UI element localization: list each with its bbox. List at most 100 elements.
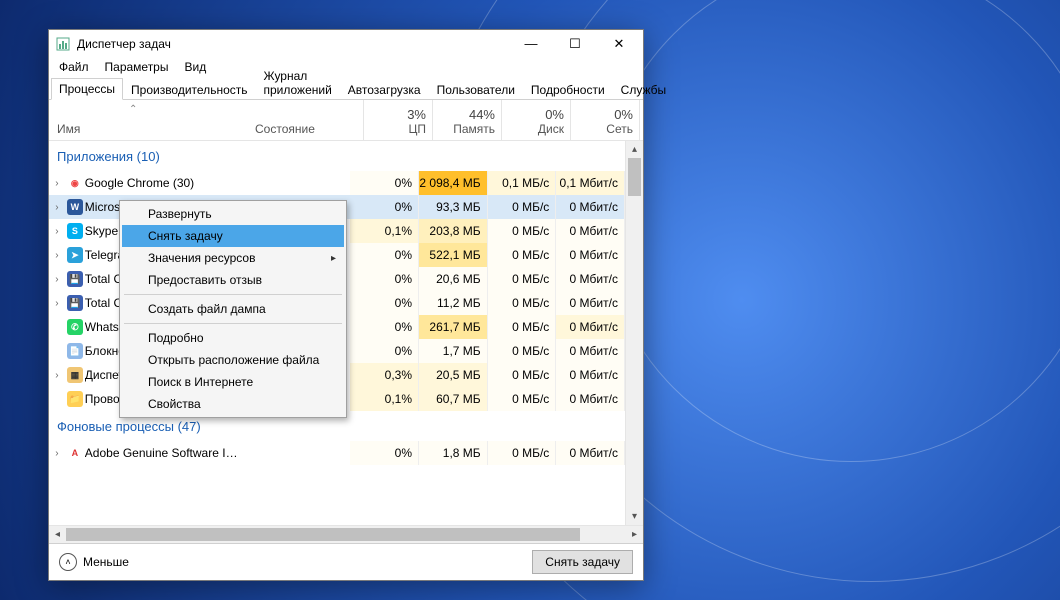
context-menu-item[interactable]: Создать файл дампа [122, 298, 344, 320]
scroll-thumb[interactable] [628, 158, 641, 196]
expand-icon[interactable]: › [49, 274, 65, 285]
col-name[interactable]: ⌃ Имя [49, 100, 251, 140]
end-task-button[interactable]: Снять задачу [532, 550, 633, 574]
network-cell: 0 Мбит/с [556, 363, 625, 387]
process-row[interactable]: › ◉ Google Chrome (30) 0% 2 098,4 МБ 0,1… [49, 171, 625, 195]
tab-processes[interactable]: Процессы [51, 78, 123, 100]
disk-cell: 0 МБ/с [488, 339, 557, 363]
network-cell: 0 Мбит/с [556, 387, 625, 411]
menu-separator [124, 323, 342, 324]
cpu-cell: 0% [350, 291, 419, 315]
expand-icon[interactable]: › [49, 202, 65, 213]
app-icon: ▦ [65, 367, 85, 383]
memory-cell: 1,8 МБ [419, 441, 488, 465]
network-cell: 0 Мбит/с [556, 267, 625, 291]
tab-app-history[interactable]: Журнал приложений [256, 65, 340, 100]
disk-cell: 0 МБ/с [488, 243, 557, 267]
process-name: Google Chrome (30) [85, 176, 242, 190]
context-menu-item[interactable]: Свойства [122, 393, 344, 415]
cpu-cell: 0% [350, 315, 419, 339]
disk-cell: 0 МБ/с [488, 195, 557, 219]
network-cell: 0 Мбит/с [556, 195, 625, 219]
col-cpu[interactable]: 3%ЦП [364, 100, 433, 140]
col-state[interactable]: Состояние [251, 100, 364, 140]
memory-cell: 60,7 МБ [419, 387, 488, 411]
close-button[interactable]: ✕ [597, 30, 641, 57]
context-menu-item[interactable]: Поиск в Интернете [122, 371, 344, 393]
app-icon: S [65, 223, 85, 239]
app-icon: 💾 [65, 271, 85, 287]
app-icon: 💾 [65, 295, 85, 311]
scroll-left-icon[interactable]: ◂ [49, 529, 66, 540]
tab-details[interactable]: Подробности [523, 79, 613, 100]
menubar: Файл Параметры Вид [49, 57, 643, 77]
context-menu-item[interactable]: Развернуть [122, 203, 344, 225]
tab-performance[interactable]: Производительность [123, 79, 255, 100]
scroll-right-icon[interactable]: ▸ [626, 529, 643, 540]
expand-icon[interactable]: › [49, 250, 65, 261]
scroll-down-icon[interactable]: ▾ [626, 508, 643, 525]
tab-services[interactable]: Службы [613, 79, 674, 100]
expand-icon[interactable]: › [49, 226, 65, 237]
tab-startup[interactable]: Автозагрузка [340, 79, 429, 100]
memory-cell: 11,2 МБ [419, 291, 488, 315]
chevron-up-icon: ˄ [59, 553, 77, 571]
group-apps[interactable]: Приложения (10) [49, 141, 625, 171]
app-icon: ➤ [65, 247, 85, 263]
memory-cell: 522,1 МБ [419, 243, 488, 267]
disk-cell: 0 МБ/с [488, 219, 557, 243]
cpu-cell: 0% [350, 339, 419, 363]
footer: ˄ Меньше Снять задачу [49, 543, 643, 580]
cpu-cell: 0,1% [350, 387, 419, 411]
disk-cell: 0,1 МБ/с [488, 171, 557, 195]
memory-cell: 2 098,4 МБ [419, 171, 488, 195]
network-cell: 0 Мбит/с [556, 339, 625, 363]
desktop-background: Диспетчер задач ― ☐ ✕ Файл Параметры Вид… [0, 0, 1060, 600]
expand-icon[interactable]: › [49, 448, 65, 459]
fewer-details-button[interactable]: ˄ Меньше [59, 553, 129, 571]
sort-arrow-icon: ⌃ [129, 104, 137, 115]
memory-cell: 1,7 МБ [419, 339, 488, 363]
disk-cell: 0 МБ/с [488, 387, 557, 411]
col-disk[interactable]: 0%Диск [502, 100, 571, 140]
context-menu-item[interactable]: Значения ресурсов [122, 247, 344, 269]
disk-cell: 0 МБ/с [488, 363, 557, 387]
tabstrip: Процессы Производительность Журнал прило… [49, 77, 643, 100]
context-menu-item[interactable]: Предоставить отзыв [122, 269, 344, 291]
maximize-button[interactable]: ☐ [553, 30, 597, 57]
vertical-scrollbar[interactable]: ▴ ▾ [625, 141, 643, 525]
network-cell: 0 Мбит/с [556, 219, 625, 243]
context-menu-item[interactable]: Снять задачу [122, 225, 344, 247]
menu-file[interactable]: Файл [51, 58, 97, 76]
app-icon [55, 36, 71, 52]
hscroll-thumb[interactable] [66, 528, 580, 541]
memory-cell: 203,8 МБ [419, 219, 488, 243]
minimize-button[interactable]: ― [509, 30, 553, 57]
cpu-cell: 0% [350, 267, 419, 291]
memory-cell: 20,5 МБ [419, 363, 488, 387]
horizontal-scrollbar[interactable]: ◂ ▸ [49, 525, 643, 543]
context-menu-item[interactable]: Подробно [122, 327, 344, 349]
expand-icon[interactable]: › [49, 178, 65, 189]
cpu-cell: 0% [350, 441, 419, 465]
window-title: Диспетчер задач [77, 37, 509, 51]
column-headers: ⌃ Имя Состояние 3%ЦП 44%Память 0%Диск 0%… [49, 100, 643, 141]
memory-cell: 261,7 МБ [419, 315, 488, 339]
col-network[interactable]: 0%Сеть [571, 100, 640, 140]
memory-cell: 20,6 МБ [419, 267, 488, 291]
context-menu-item[interactable]: Открыть расположение файла [122, 349, 344, 371]
titlebar[interactable]: Диспетчер задач ― ☐ ✕ [49, 30, 643, 57]
network-cell: 0,1 Мбит/с [556, 171, 625, 195]
expand-icon[interactable]: › [49, 370, 65, 381]
col-memory[interactable]: 44%Память [433, 100, 502, 140]
cpu-cell: 0,1% [350, 219, 419, 243]
context-menu: РазвернутьСнять задачуЗначения ресурсовП… [119, 200, 347, 418]
process-row[interactable]: › A Adobe Genuine Software Integri... 0%… [49, 441, 625, 465]
menu-options[interactable]: Параметры [97, 58, 177, 76]
process-name: Adobe Genuine Software Integri... [85, 446, 242, 460]
tab-users[interactable]: Пользователи [429, 79, 523, 100]
menu-view[interactable]: Вид [176, 58, 214, 76]
app-icon: ◉ [65, 175, 85, 191]
expand-icon[interactable]: › [49, 298, 65, 309]
scroll-up-icon[interactable]: ▴ [626, 141, 643, 158]
